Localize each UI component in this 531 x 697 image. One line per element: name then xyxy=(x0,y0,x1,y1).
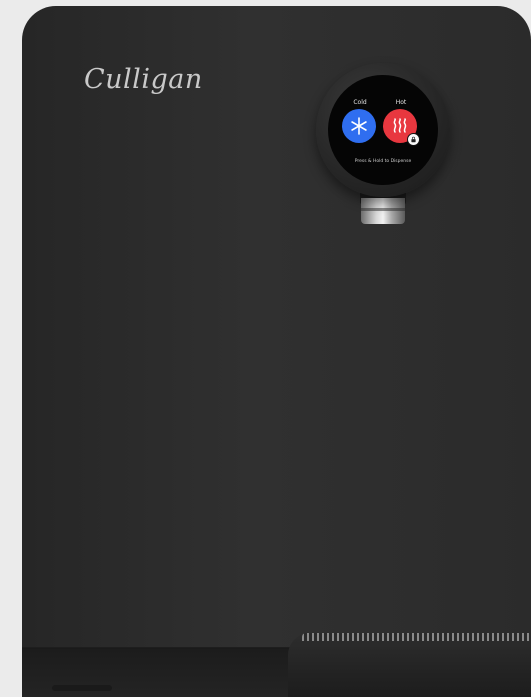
lock-icon xyxy=(411,136,416,143)
base-foot-left xyxy=(52,685,112,691)
drip-grille xyxy=(302,633,531,641)
spout-nozzle xyxy=(361,198,405,224)
control-dial: Cold Hot Press & Hold to Dispense xyxy=(316,63,450,197)
hot-label: Hot xyxy=(395,99,407,106)
dispense-instruction: Press & Hold to Dispense xyxy=(354,159,412,164)
touch-screen: Cold Hot Press & Hold to Dispense xyxy=(328,75,438,185)
drip-tray xyxy=(288,633,531,697)
cold-water-button[interactable] xyxy=(342,109,376,143)
cold-label: Cold xyxy=(353,99,367,106)
brand-logo: Culligan xyxy=(84,64,203,95)
hot-water-button[interactable] xyxy=(383,109,420,146)
water-dispenser-body: Culligan xyxy=(22,6,531,697)
steam-icon xyxy=(393,118,407,133)
snowflake-icon xyxy=(351,117,367,135)
hot-lock-badge[interactable] xyxy=(407,133,420,146)
